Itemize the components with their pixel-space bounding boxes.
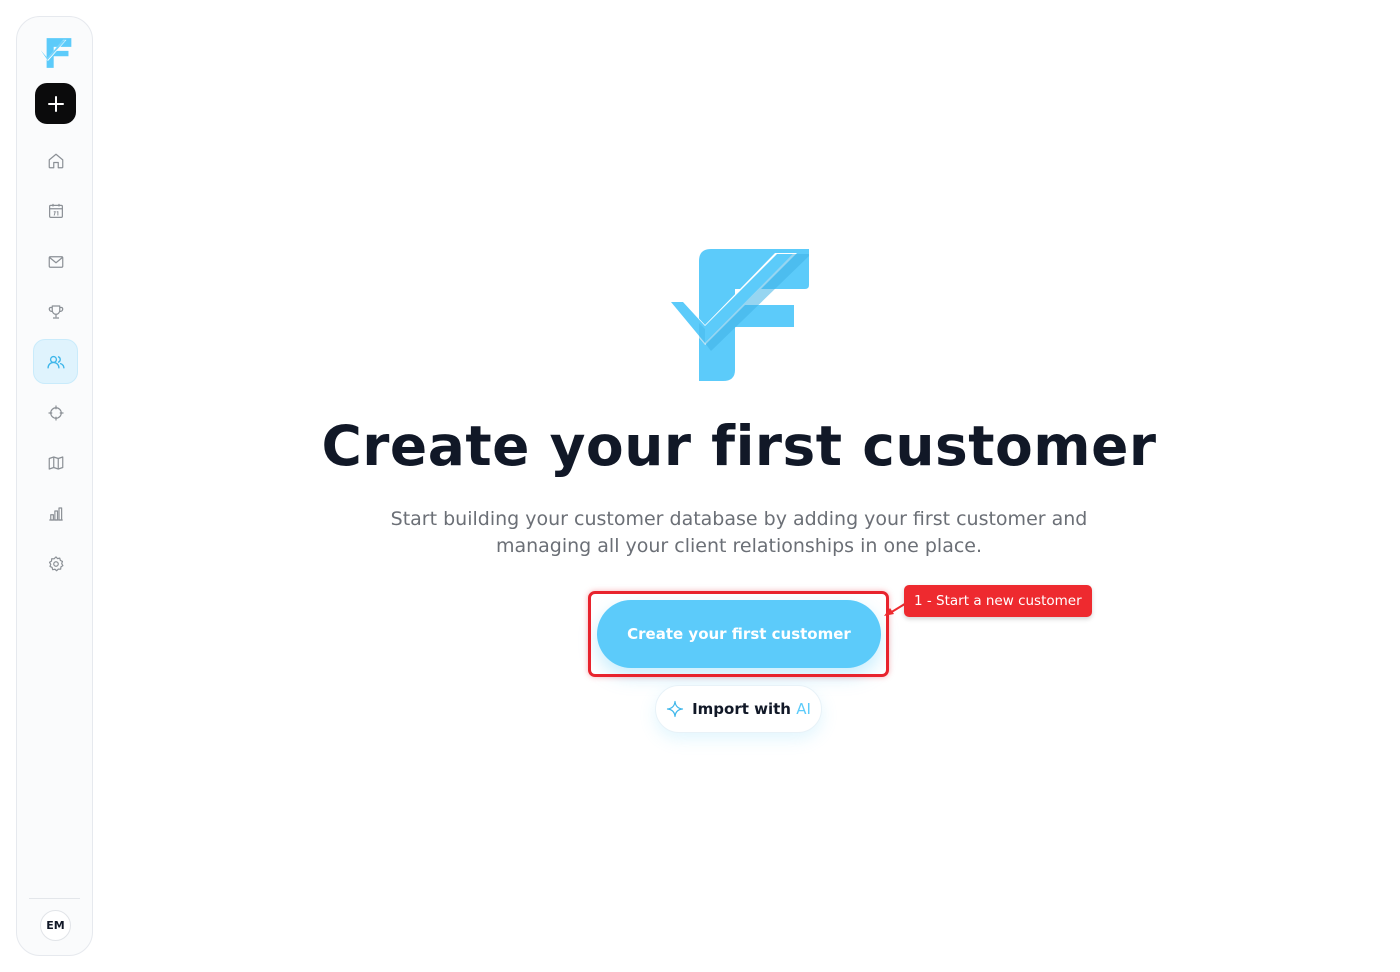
gear-icon bbox=[48, 555, 63, 571]
sidebar-item-trophy[interactable] bbox=[33, 289, 78, 334]
sidebar-item-customers[interactable] bbox=[33, 339, 78, 384]
annotation-callout: 1 - Start a new customer bbox=[904, 585, 1092, 617]
sidebar: EM bbox=[16, 16, 93, 956]
calendar-icon bbox=[48, 203, 63, 218]
bar-chart-icon bbox=[48, 506, 63, 521]
sidebar-item-reports[interactable] bbox=[33, 491, 78, 536]
plus-icon bbox=[47, 95, 64, 112]
import-with-ai-button[interactable]: Import with AI bbox=[655, 685, 822, 733]
crosshair-icon bbox=[48, 405, 63, 420]
sidebar-item-map[interactable] bbox=[33, 440, 78, 485]
sidebar-divider bbox=[29, 898, 80, 899]
users-icon bbox=[46, 355, 65, 368]
avatar[interactable]: EM bbox=[40, 910, 71, 941]
sidebar-item-home[interactable] bbox=[33, 138, 78, 183]
map-icon bbox=[48, 455, 63, 470]
import-button-label: Import with AI bbox=[692, 700, 811, 718]
page: EM Create your first customer Start buil… bbox=[0, 0, 1400, 972]
page-subtitle: Start building your customer database by… bbox=[390, 508, 1088, 557]
sidebar-item-settings[interactable] bbox=[33, 541, 78, 586]
import-button-label-ai: AI bbox=[796, 700, 811, 718]
page-title: Create your first customer bbox=[321, 414, 1157, 478]
trophy-icon bbox=[48, 304, 63, 319]
sidebar-item-calendar[interactable] bbox=[33, 188, 78, 233]
import-button-label-prefix: Import with bbox=[692, 700, 797, 718]
mail-icon bbox=[48, 255, 63, 268]
add-button[interactable] bbox=[35, 83, 76, 124]
brand-logo-large-icon bbox=[667, 247, 812, 382]
sparkle-icon bbox=[666, 700, 684, 718]
brand-logo-icon[interactable] bbox=[39, 37, 72, 69]
sidebar-item-mail[interactable] bbox=[33, 239, 78, 284]
create-first-customer-button[interactable]: Create your first customer bbox=[597, 600, 881, 668]
sidebar-item-target[interactable] bbox=[33, 390, 78, 435]
home-icon bbox=[48, 153, 63, 168]
